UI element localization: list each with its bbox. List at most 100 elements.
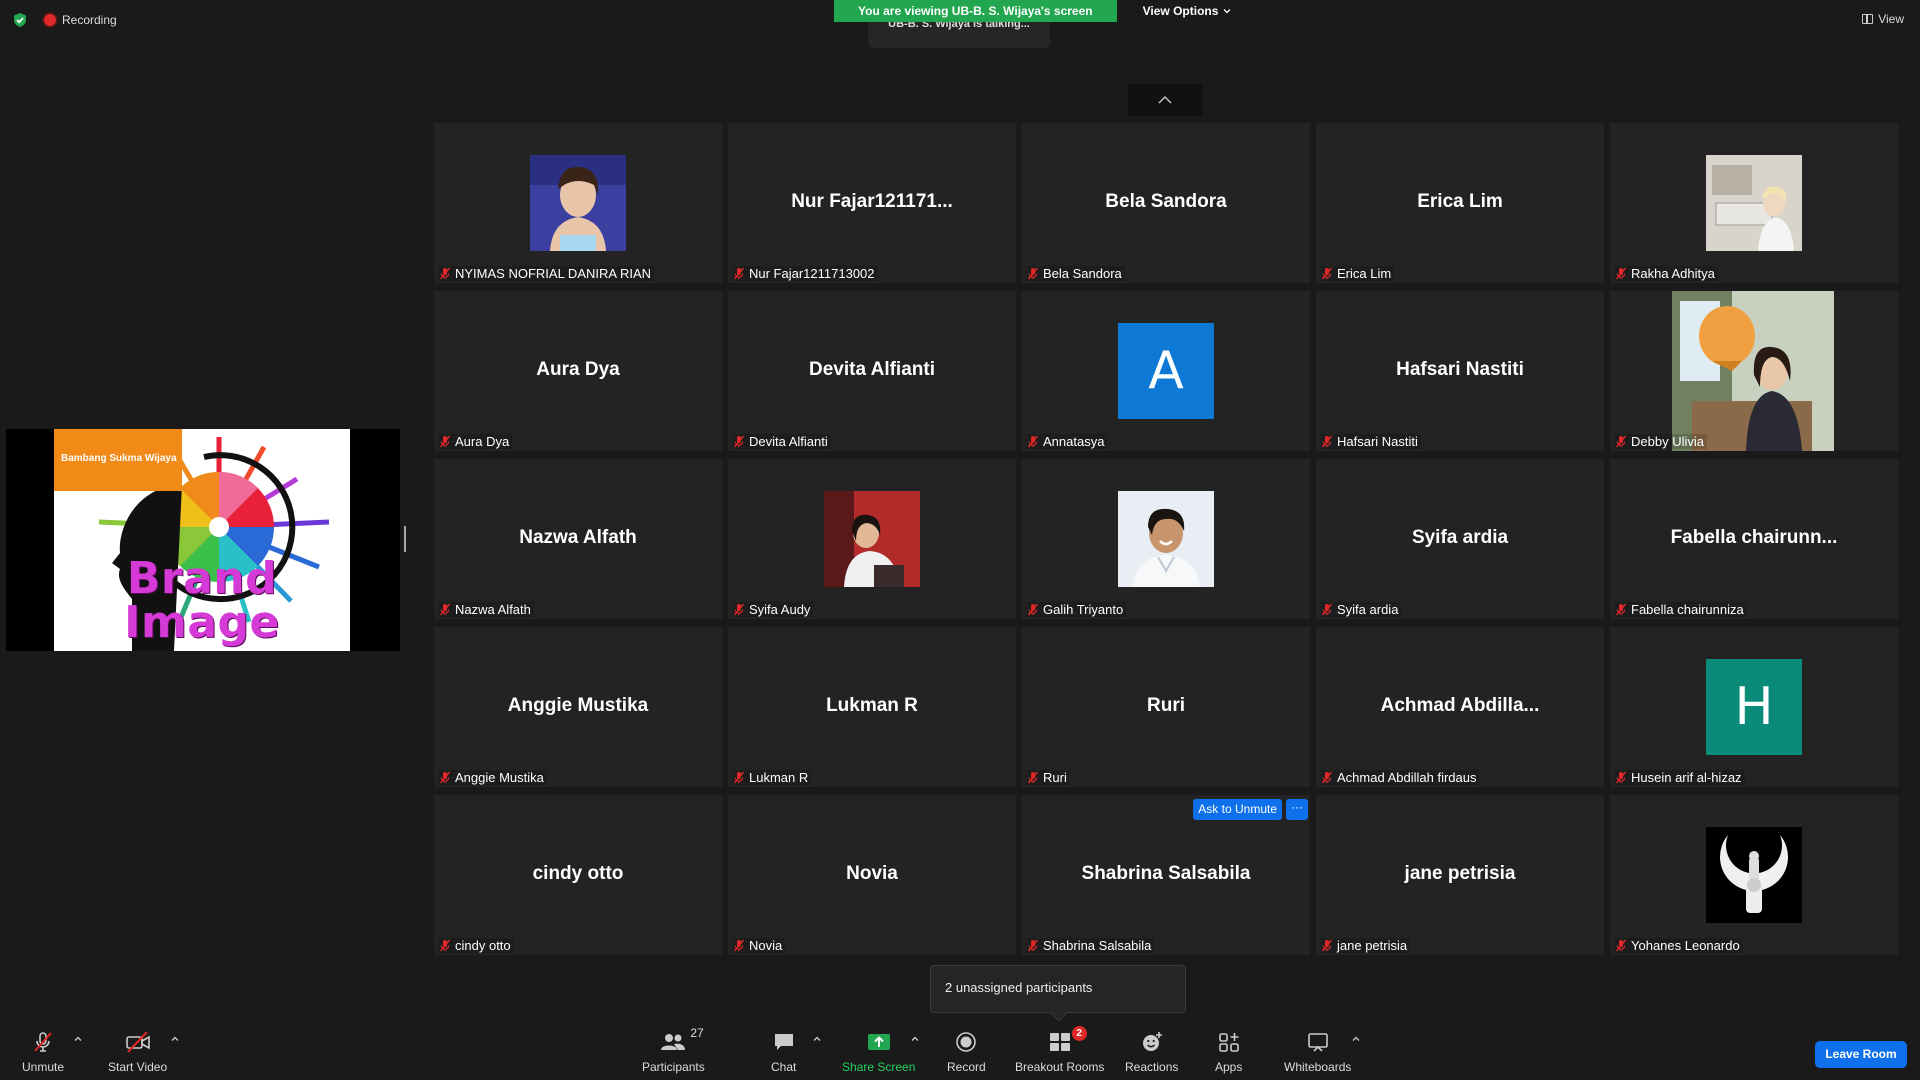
chevron-up-icon[interactable] — [170, 1034, 180, 1044]
participant-tile[interactable]: Novia Novia — [728, 795, 1016, 955]
share-screen-button[interactable]: Share Screen — [842, 1030, 915, 1074]
breakout-badge: 2 — [1071, 1026, 1087, 1041]
participant-tile[interactable]: cindy otto cindy otto — [434, 795, 722, 955]
unmute-button[interactable]: Unmute — [22, 1030, 64, 1074]
participant-name-label: Bela Sandora — [1027, 266, 1125, 281]
participant-name-label: Shabrina Salsabila — [1027, 938, 1155, 953]
participant-avatar: A — [1118, 323, 1214, 419]
participant-name: Debby Ulivia — [1631, 434, 1704, 449]
more-options-button[interactable]: ··· — [1286, 799, 1308, 820]
participant-name-label: Nur Fajar1211713002 — [733, 266, 878, 281]
participant-name-label: Erica Lim — [1321, 266, 1395, 281]
record-icon — [956, 1032, 977, 1052]
participant-tile[interactable]: Lukman R Lukman R — [728, 627, 1016, 787]
participant-tile[interactable]: Rakha Adhitya — [1610, 123, 1898, 283]
participant-name-label: Debby Ulivia — [1615, 434, 1707, 449]
participants-button[interactable]: 27 Participants — [642, 1026, 705, 1074]
recording-indicator[interactable]: Recording — [44, 13, 117, 27]
participant-tile[interactable]: H Husein arif al-hizaz — [1610, 627, 1898, 787]
slide-org-label: Bambang Sukma Wijaya — [54, 429, 182, 491]
muted-mic-icon — [1321, 603, 1333, 616]
shared-screen[interactable]: Bambang Sukma Wijaya Brand Image — [6, 429, 400, 651]
resize-handle[interactable] — [404, 526, 406, 552]
shield-icon[interactable] — [12, 12, 28, 28]
start-video-button[interactable]: Start Video — [108, 1030, 167, 1074]
chevron-up-icon[interactable] — [1351, 1034, 1361, 1044]
view-button[interactable]: View — [1862, 12, 1904, 26]
participant-display-name: Shabrina Salsabila — [1081, 863, 1251, 884]
muted-mic-icon — [439, 771, 451, 784]
participant-tile[interactable]: NYIMAS NOFRIAL DANIRA RIAN — [434, 123, 722, 283]
participant-tile[interactable]: Shabrina Salsabila Ask to Unmute ··· Sha… — [1022, 795, 1310, 955]
breakout-rooms-icon — [1049, 1033, 1070, 1051]
participant-tile[interactable]: Galih Triyanto — [1022, 459, 1310, 619]
screen-share-banner: You are viewing UB-B. S. Wijaya's screen… — [834, 0, 1246, 22]
apps-button[interactable]: Apps — [1215, 1030, 1242, 1074]
participant-tile[interactable]: Anggie Mustika Anggie Mustika — [434, 627, 722, 787]
participant-name-label: cindy otto — [439, 938, 514, 953]
participant-name: Hafsari Nastiti — [1337, 434, 1418, 449]
participant-name-label: Husein arif al-hizaz — [1615, 770, 1745, 785]
participant-display-name: Fabella chairunn... — [1670, 527, 1838, 548]
muted-mic-icon — [1027, 267, 1039, 280]
participant-name-label: Fabella chairunniza — [1615, 602, 1747, 617]
slide-title: Brand Image — [124, 553, 280, 648]
video-off-icon — [125, 1031, 150, 1053]
participant-gallery: NYIMAS NOFRIAL DANIRA RIAN Nur Fajar12117… — [434, 123, 1898, 955]
collapse-gallery-button[interactable] — [1128, 84, 1202, 116]
muted-mic-icon — [1615, 603, 1627, 616]
unassigned-participants-text: 2 unassigned participants — [945, 980, 1093, 995]
participant-name: Aura Dya — [455, 434, 510, 449]
participant-name: Novia — [749, 938, 783, 953]
recording-dot-icon — [44, 14, 56, 26]
participant-tile[interactable]: Hafsari Nastiti Hafsari Nastiti — [1316, 291, 1604, 451]
participant-tile[interactable]: jane petrisia jane petrisia — [1316, 795, 1604, 955]
participant-tile[interactable]: Fabella chairunn... Fabella chairunniza — [1610, 459, 1898, 619]
participant-tile[interactable]: Syifa ardia Syifa ardia — [1316, 459, 1604, 619]
participant-avatar: H — [1706, 659, 1802, 755]
participant-tile[interactable]: Ruri Ruri — [1022, 627, 1310, 787]
participant-display-name: cindy otto — [532, 863, 624, 884]
whiteboards-button[interactable]: Whiteboards — [1284, 1030, 1351, 1074]
participant-tile[interactable]: Syifa Audy — [728, 459, 1016, 619]
muted-mic-icon — [1321, 939, 1333, 952]
participant-tile[interactable]: Nur Fajar121171... Nur Fajar1211713002 — [728, 123, 1016, 283]
chevron-up-icon[interactable] — [812, 1034, 822, 1044]
participant-tile[interactable]: Achmad Abdilla... Achmad Abdillah firdaus — [1316, 627, 1604, 787]
participant-tile[interactable]: Devita Alfianti Devita Alfianti — [728, 291, 1016, 451]
chevron-up-icon[interactable] — [910, 1034, 920, 1044]
participant-name: NYIMAS NOFRIAL DANIRA RIAN — [455, 266, 651, 281]
whiteboard-icon — [1307, 1033, 1328, 1052]
participant-tile[interactable]: Aura Dya Aura Dya — [434, 291, 722, 451]
view-options-button[interactable]: View Options — [1116, 0, 1246, 22]
muted-mic-icon — [1027, 435, 1039, 448]
ask-to-unmute-button[interactable]: Ask to Unmute — [1193, 799, 1282, 820]
apps-icon — [1218, 1033, 1239, 1052]
participant-name: Anggie Mustika — [455, 770, 544, 785]
muted-mic-icon — [439, 939, 451, 952]
leave-room-button[interactable]: Leave Room — [1815, 1041, 1907, 1068]
chevron-up-icon[interactable] — [73, 1034, 83, 1044]
record-button[interactable]: Record — [947, 1030, 986, 1074]
chat-button[interactable]: Chat — [771, 1030, 796, 1074]
participant-tile[interactable]: Bela Sandora Bela Sandora — [1022, 123, 1310, 283]
participant-display-name: Aura Dya — [536, 359, 620, 380]
participant-tile[interactable]: Erica Lim Erica Lim — [1316, 123, 1604, 283]
participant-tile[interactable]: Yohanes Leonardo — [1610, 795, 1898, 955]
participant-name-label: Annatasya — [1027, 434, 1108, 449]
participant-tile[interactable]: Nazwa Alfath Nazwa Alfath — [434, 459, 722, 619]
breakout-rooms-button[interactable]: 2 Breakout Rooms — [1015, 1026, 1105, 1074]
unassigned-participants-tooltip[interactable]: 2 unassigned participants — [930, 965, 1186, 1022]
reactions-button[interactable]: Reactions — [1125, 1030, 1178, 1074]
reactions-icon — [1142, 1032, 1162, 1051]
participant-display-name: jane petrisia — [1404, 863, 1516, 884]
breakout-rooms-label: Breakout Rooms — [1015, 1060, 1105, 1074]
muted-mic-icon — [1321, 267, 1333, 280]
participant-tile[interactable]: A Annatasya — [1022, 291, 1310, 451]
participant-display-name: Achmad Abdilla... — [1380, 695, 1540, 716]
participants-icon — [661, 1034, 686, 1050]
participant-name-label: Galih Triyanto — [1027, 602, 1127, 617]
participant-tile[interactable]: Debby Ulivia — [1610, 291, 1898, 451]
participant-name-label: jane petrisia — [1321, 938, 1411, 953]
participant-name: jane petrisia — [1337, 938, 1408, 953]
